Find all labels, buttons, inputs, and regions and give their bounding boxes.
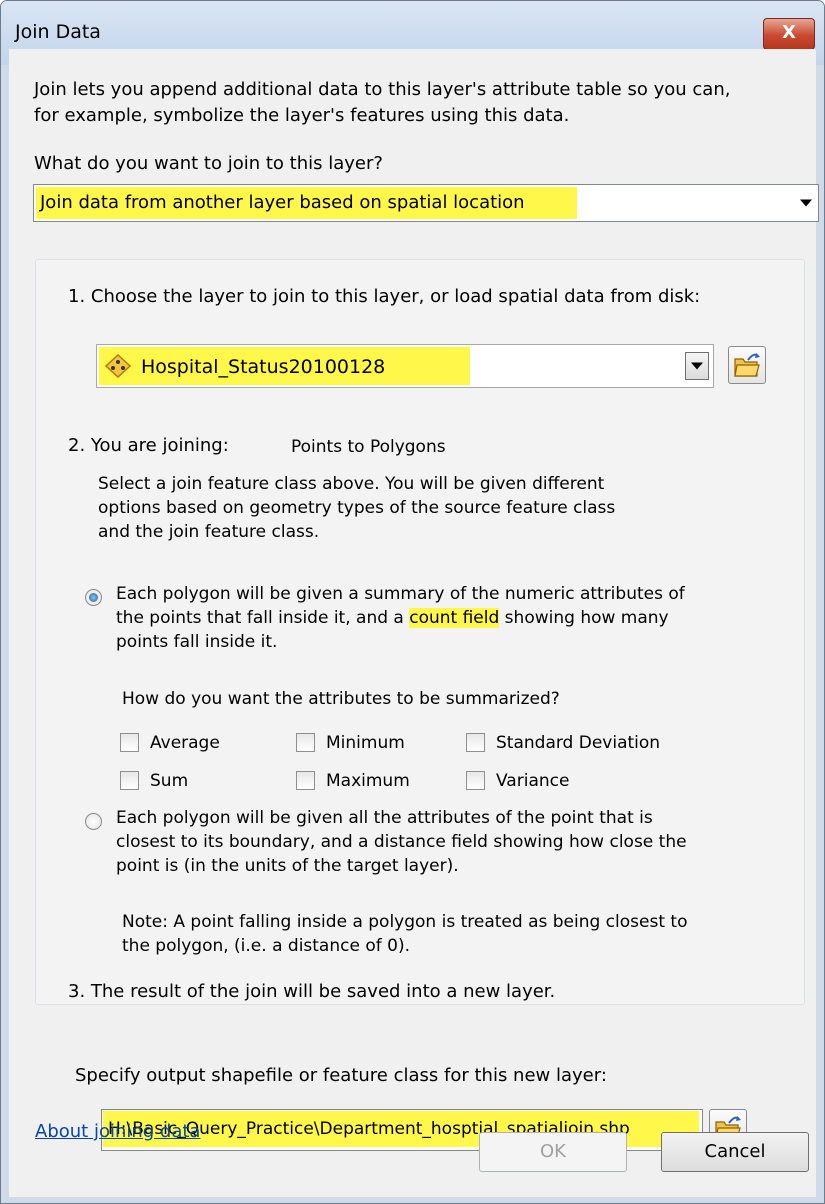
step2-help-line-3: and the join feature class. <box>98 522 320 542</box>
step2-help-line-1: Select a join feature class above. You w… <box>98 474 605 494</box>
summary-question: How do you want the attributes to be sum… <box>122 689 560 709</box>
summary-option-line-2: the points that fall inside it, and a co… <box>116 608 669 628</box>
maximum-label: Maximum <box>326 771 410 791</box>
join-type-dropdown[interactable]: Join data from another layer based on sp… <box>33 184 819 222</box>
summary-option-line-2-suffix: showing how many <box>499 608 669 628</box>
output-specify-label: Specify output shapefile or feature clas… <box>75 1065 607 1086</box>
step2-label: 2. You are joining: <box>68 435 229 456</box>
summary-option-line-2-prefix: the points that fall inside it, and a <box>116 608 410 628</box>
sum-checkbox[interactable] <box>120 771 139 790</box>
average-label: Average <box>150 733 220 753</box>
variance-label: Variance <box>496 771 570 791</box>
chevron-down-icon <box>800 199 812 207</box>
closest-option-line-1: Each polygon will be given all the attri… <box>116 808 653 828</box>
intro-line-1: Join lets you append additional data to … <box>34 79 731 100</box>
summary-option-radio[interactable] <box>85 589 102 606</box>
summary-option-line-3: points fall inside it. <box>116 632 278 652</box>
sum-label: Sum <box>150 771 189 791</box>
step2-help-line-2: options based on geometry types of the s… <box>98 498 616 518</box>
join-type-value: Join data from another layer based on sp… <box>40 192 525 213</box>
closest-option-line-3: point is (in the units of the target lay… <box>116 856 459 876</box>
closest-option-line-2: closest to its boundary, and a distance … <box>116 832 687 852</box>
join-question: What do you want to join to this layer? <box>34 153 383 174</box>
about-joining-data-link[interactable]: About joining data <box>35 1121 200 1142</box>
join-data-dialog: Join Data X Join lets you append additio… <box>0 0 825 1204</box>
layer-dropdown[interactable]: Hospital_Status20100128 <box>96 344 714 388</box>
standard-deviation-label: Standard Deviation <box>496 733 661 753</box>
count-field-highlight: count field <box>409 608 500 628</box>
layer-value: Hospital_Status20100128 <box>141 356 386 378</box>
spatial-join-options-panel: 1. Choose the layer to join to this laye… <box>35 259 805 1005</box>
point-layer-icon <box>105 354 131 378</box>
note-line-1: Note: A point falling inside a polygon i… <box>122 912 688 932</box>
standard-deviation-checkbox[interactable] <box>466 733 485 752</box>
joining-type-value: Points to Polygons <box>291 437 446 457</box>
chevron-down-icon <box>691 362 703 370</box>
step3-label: 3. The result of the join will be saved … <box>68 981 556 1002</box>
minimum-checkbox[interactable] <box>296 733 315 752</box>
summary-option-line-1: Each polygon will be given a summary of … <box>116 584 685 604</box>
average-checkbox[interactable] <box>120 733 139 752</box>
intro-line-2: for example, symbolize the layer's featu… <box>34 105 570 126</box>
note-line-2: the polygon, (i.e. a distance of 0). <box>122 936 410 956</box>
maximum-checkbox[interactable] <box>296 771 315 790</box>
step1-label: 1. Choose the layer to join to this laye… <box>68 286 701 307</box>
variance-checkbox[interactable] <box>466 771 485 790</box>
close-button[interactable]: X <box>763 18 815 50</box>
minimum-label: Minimum <box>326 733 405 753</box>
layer-dropdown-arrow[interactable] <box>685 352 709 380</box>
browse-layer-button[interactable] <box>728 346 766 384</box>
dialog-body: Join lets you append additional data to … <box>9 49 819 1197</box>
cancel-button[interactable]: Cancel <box>661 1132 809 1172</box>
dialog-title: Join Data <box>15 21 101 43</box>
ok-button[interactable]: OK <box>479 1132 627 1172</box>
closest-point-option-radio[interactable] <box>85 813 102 830</box>
open-folder-icon <box>734 353 760 377</box>
